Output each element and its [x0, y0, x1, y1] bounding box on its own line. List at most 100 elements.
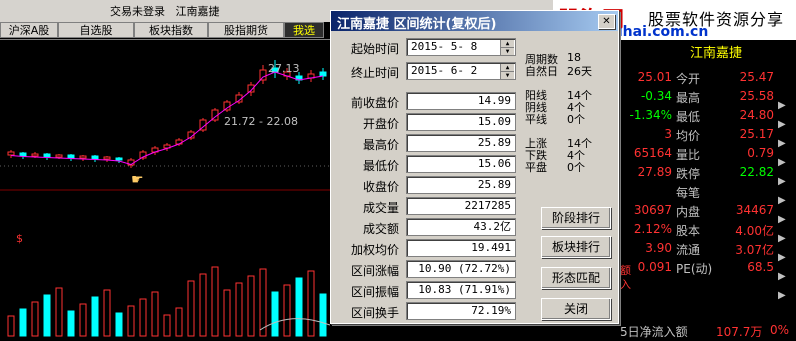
quote-label: 每笔: [676, 186, 701, 200]
quote-value-left: 3: [664, 127, 672, 141]
volume-bar: [31, 301, 39, 337]
inflow-pct: 0%: [770, 323, 790, 337]
tab-shsz-a[interactable]: 沪深A股: [0, 22, 58, 38]
dialog-title-bar[interactable]: 江南嘉捷 区间统计(复权后) ✕: [331, 11, 618, 32]
tab-sector-index[interactable]: 板块指数: [134, 22, 208, 38]
volume-bar: [91, 296, 99, 337]
stat-value-field: 25.89: [406, 134, 516, 152]
dialog-close-icon[interactable]: ✕: [598, 14, 615, 29]
range-price-label: 21.72 - 22.08: [224, 115, 298, 128]
volume-bar: [139, 298, 147, 337]
inflow-label: 5日净流入额: [620, 325, 688, 339]
quote-label: 内盘: [676, 205, 701, 219]
quote-value-left: 30697: [633, 203, 672, 217]
volume-bar: [271, 291, 279, 337]
quote-value-left: -1.34%: [629, 108, 672, 122]
hand-cursor-icon: ☛: [131, 172, 144, 188]
quote-value-left: 27.89: [637, 165, 672, 179]
quote-side-arrows[interactable]: ▶ ▶ ▶ ▶ ▶ ▶ ▶ ▶ ▶ ▶ ▶: [778, 96, 786, 305]
volume-bar: [247, 275, 255, 337]
stat-label: 开盘价: [362, 117, 399, 131]
volume-bar: [235, 282, 243, 337]
candle-body: [67, 154, 75, 159]
stage-rank-button[interactable]: 阶段排行: [541, 207, 611, 229]
window-stock-name: 江南嘉捷: [175, 5, 220, 18]
quote-panel: 江南嘉捷 25.01 今开 25.47 -0.34 最高 25.58 -1.34% 最低 24.…: [620, 40, 796, 341]
volume-bar: [307, 270, 315, 337]
quote-value-right: 34467: [735, 203, 774, 217]
volume-bar: [79, 303, 87, 337]
side-stat-label: 平线: [525, 113, 547, 126]
stat-label: 区间涨幅: [350, 264, 399, 278]
quote-value-left: 2.12%: [633, 222, 672, 236]
close-button[interactable]: 关闭: [541, 298, 611, 320]
stat-label: 收盘价: [362, 180, 399, 194]
stat-value-field: 14.99: [406, 92, 516, 110]
quote-label: 跌停: [676, 167, 701, 181]
quote-value-left: 3.90: [645, 241, 672, 255]
stat-value-field: 15.06: [406, 155, 516, 173]
quote-value-right: 0.79: [747, 146, 774, 160]
volume-group: [7, 266, 327, 337]
candle-body: [115, 157, 123, 161]
tab-index-futures[interactable]: 股指期货: [208, 22, 284, 38]
volume-bar: [55, 287, 63, 337]
end-time-field[interactable]: 2015- 6- 2 ▲ ▼: [406, 62, 516, 80]
quote-value-right: 25.47: [739, 70, 774, 84]
candle-body: [19, 152, 27, 157]
pattern-match-button[interactable]: 形态匹配: [541, 267, 611, 289]
kline-chart[interactable]: 27.13 21.72 - 22.08 $ ☛: [0, 40, 330, 341]
tab-my-picks[interactable]: 我选: [284, 22, 324, 38]
trade-login-text: 交易未登录: [110, 5, 165, 18]
quote-value-right: 3.07亿: [735, 243, 774, 257]
volume-bar: [163, 314, 171, 337]
quote-value-right: 24.80: [739, 108, 774, 122]
tab-watchlist[interactable]: 自选股: [58, 22, 134, 38]
quote-label: 股本: [676, 224, 701, 238]
sector-rank-button[interactable]: 板块排行: [541, 236, 611, 258]
side-stat-value: 0个: [567, 113, 585, 126]
end-time-spinner[interactable]: ▲ ▼: [500, 64, 514, 79]
end-time-value: 2015- 6- 2: [411, 64, 478, 77]
start-time-spinner[interactable]: ▲ ▼: [500, 40, 514, 55]
volume-bar: [127, 305, 135, 337]
start-time-value: 2015- 5- 8: [411, 40, 478, 53]
quote-label: 均价: [676, 129, 701, 143]
candle-body: [31, 153, 39, 157]
inflow-value: 107.7万: [716, 325, 763, 339]
candle-body: [103, 156, 111, 160]
side-stat-label: 自然日: [525, 65, 558, 78]
bottom-in-stub: 入: [620, 278, 631, 291]
volume-bar: [67, 310, 75, 337]
candles-group: [7, 60, 327, 168]
candle-body: [91, 155, 99, 160]
quote-stock-name: 江南嘉捷: [690, 46, 743, 61]
quote-value-right: 22.82: [739, 165, 774, 179]
candle-body: [7, 151, 15, 156]
quote-label: 最高: [676, 91, 701, 105]
volume-bar: [19, 308, 27, 337]
volume-bar: [319, 293, 327, 337]
quote-value-left: -0.34: [640, 89, 672, 103]
stat-label: 成交量: [362, 201, 399, 215]
candle-body: [319, 71, 327, 77]
stat-label: 加权均价: [350, 243, 399, 257]
stat-value-field: 43.2亿: [406, 218, 516, 236]
quote-value-right: 25.17: [739, 127, 774, 141]
quote-label: PE(动): [676, 262, 713, 276]
stat-label: 区间振幅: [350, 285, 399, 299]
side-stat-label: 平盘: [525, 161, 547, 174]
stat-label: 最高价: [362, 138, 399, 152]
start-time-field[interactable]: 2015- 5- 8 ▲ ▼: [406, 38, 516, 56]
candle-body: [79, 155, 87, 159]
stat-value-field: 15.09: [406, 113, 516, 131]
trade-login-status: 交易未登录 江南嘉捷: [110, 3, 220, 19]
candle-body: [55, 154, 63, 158]
volume-bar: [223, 289, 231, 337]
quote-value-left: 65164: [633, 146, 672, 160]
stat-label: 最低价: [362, 159, 399, 173]
dialog-title: 江南嘉捷 区间统计(复权后): [337, 17, 497, 32]
quote-value-left: 25.01: [637, 70, 672, 84]
range-stats-dialog: 江南嘉捷 区间统计(复权后) ✕ 起始时间 2015- 5- 8 ▲ ▼ 终止时间…: [330, 10, 619, 324]
volume-bar: [259, 268, 267, 337]
